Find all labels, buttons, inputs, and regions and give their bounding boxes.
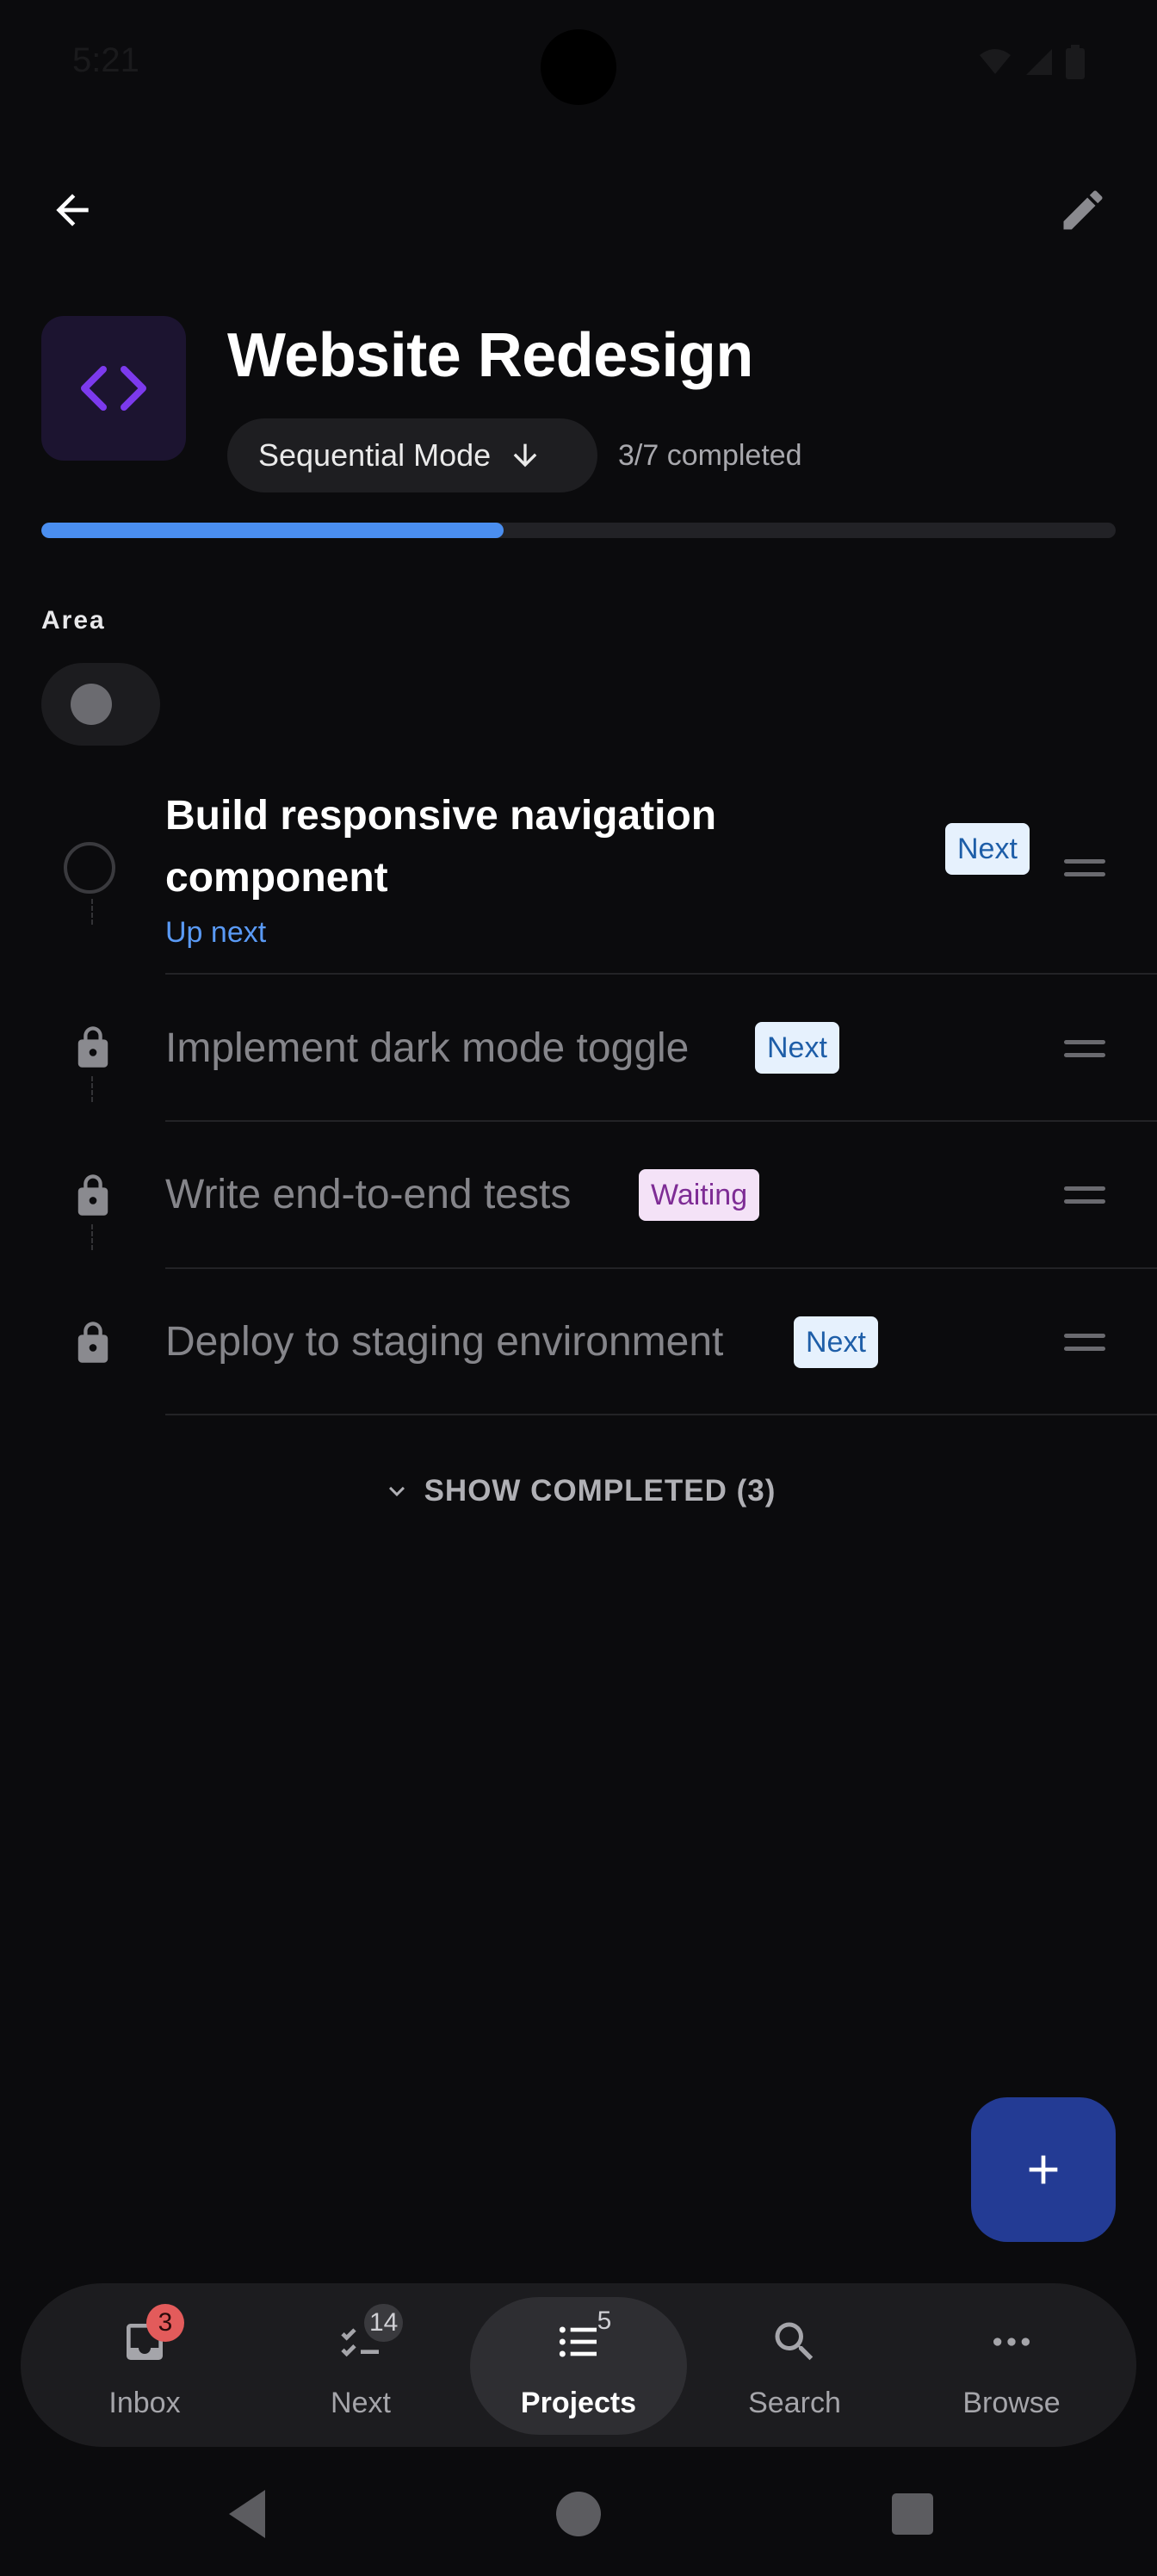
- system-home-icon[interactable]: [554, 2480, 603, 2548]
- progress-bar: [41, 523, 1116, 538]
- nav-inbox[interactable]: 3 Inbox: [41, 2297, 248, 2435]
- signal-icon: [1026, 49, 1052, 75]
- battery-icon: [1066, 45, 1085, 79]
- area-selector[interactable]: [41, 663, 160, 746]
- camera-cutout: [541, 29, 616, 105]
- arrow-left-icon: [56, 194, 89, 226]
- project-icon: [41, 316, 186, 461]
- task-checkbox[interactable]: [64, 842, 115, 894]
- nav-next[interactable]: 14 Next: [257, 2297, 464, 2435]
- progress-fill: [41, 523, 504, 538]
- code-brackets-icon: [81, 366, 146, 411]
- search-icon: [775, 2322, 814, 2361]
- drag-handle[interactable]: [1064, 1186, 1105, 1212]
- drag-handle[interactable]: [1064, 859, 1105, 885]
- divider: [165, 1414, 1157, 1415]
- area-label: Area: [41, 606, 106, 635]
- completed-count: 3/7 completed: [618, 439, 802, 472]
- sequential-mode-chip[interactable]: Sequential Mode: [227, 418, 597, 492]
- page-title: Website Redesign: [227, 321, 753, 390]
- more-horizontal-icon: [993, 2338, 1030, 2346]
- plus-icon: [1029, 2155, 1058, 2184]
- divider: [165, 1120, 1157, 1122]
- back-button[interactable]: [40, 177, 105, 243]
- lock-icon: [77, 1174, 108, 1216]
- lock-icon: [77, 1322, 108, 1363]
- projects-count-badge: 5: [597, 2307, 612, 2335]
- nav-browse[interactable]: Browse: [908, 2297, 1115, 2435]
- task-title-2[interactable]: Implement dark mode toggle: [165, 1018, 689, 1080]
- task-connector: [91, 899, 95, 925]
- divider: [165, 1267, 1157, 1269]
- inbox-count-badge: 3: [146, 2304, 184, 2342]
- wifi-icon: [980, 49, 1011, 74]
- task-title-1-line2[interactable]: component: [165, 847, 388, 909]
- next-count-badge: 14: [364, 2304, 404, 2342]
- task-title-3[interactable]: Write end-to-end tests: [165, 1164, 571, 1226]
- status-badge: Next: [755, 1022, 839, 1074]
- status-badge: Next: [945, 823, 1030, 875]
- show-completed-button[interactable]: SHOW COMPLETED (3): [0, 1474, 1157, 1508]
- add-task-button[interactable]: [971, 2097, 1116, 2242]
- task-title-4[interactable]: Deploy to staging environment: [165, 1311, 723, 1373]
- drag-handle[interactable]: [1064, 1040, 1105, 1066]
- drag-handle[interactable]: [1064, 1334, 1105, 1359]
- status-badge: Next: [794, 1316, 878, 1368]
- nav-label: Next: [331, 2387, 391, 2419]
- lock-icon: [77, 1026, 108, 1068]
- area-knob: [71, 684, 112, 725]
- show-completed-label: SHOW COMPLETED (3): [424, 1474, 776, 1508]
- pencil-icon: [1063, 190, 1103, 230]
- arrow-down-icon: [513, 443, 537, 468]
- nav-search[interactable]: Search: [691, 2297, 898, 2435]
- nav-label: Projects: [520, 2387, 637, 2419]
- system-back-icon[interactable]: [222, 2480, 270, 2548]
- chevron-down-icon: [388, 1486, 405, 1496]
- nav-label: Search: [748, 2387, 841, 2419]
- status-icons: [978, 45, 1085, 79]
- divider: [165, 973, 1157, 975]
- edit-button[interactable]: [1050, 177, 1116, 243]
- task-connector: [91, 1224, 95, 1250]
- task-title-1-line1[interactable]: Build responsive navigation: [165, 785, 716, 847]
- task-subtitle: Up next: [165, 916, 267, 949]
- task-connector: [91, 1076, 95, 1102]
- mode-label: Sequential Mode: [258, 437, 492, 473]
- status-time: 5:21: [72, 41, 139, 79]
- nav-label: Inbox: [108, 2387, 181, 2419]
- nav-label: Browse: [962, 2387, 1061, 2419]
- nav-projects[interactable]: 5 Projects: [470, 2297, 687, 2435]
- status-badge: Waiting: [639, 1169, 760, 1221]
- system-recents-icon[interactable]: [888, 2480, 937, 2548]
